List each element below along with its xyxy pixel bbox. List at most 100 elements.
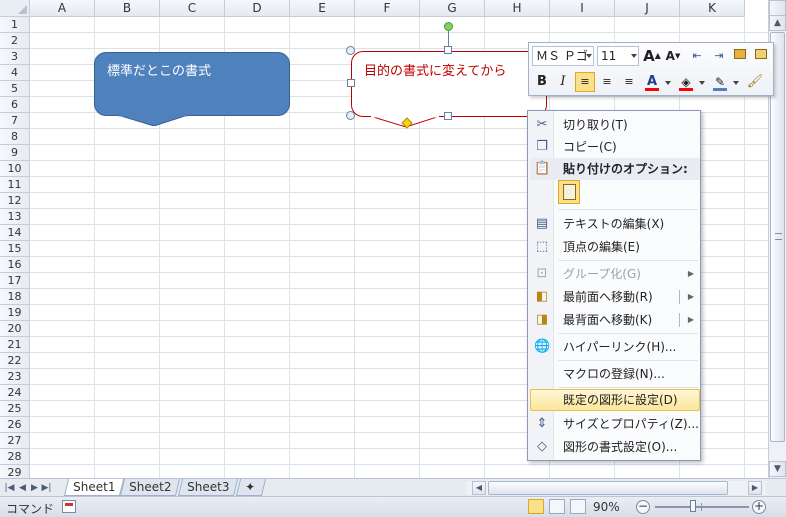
menu-item-edit-text[interactable]: ▤ テキストの編集(X)	[530, 213, 700, 235]
menu-item-set-default-shape[interactable]: 既定の図形に設定(D)	[530, 389, 700, 411]
decrease-indent-button[interactable]: ⇤	[687, 46, 707, 66]
page-break-view-button[interactable]	[570, 499, 586, 514]
resize-handle-nw[interactable]	[346, 46, 355, 55]
row-header[interactable]: 19	[0, 305, 30, 321]
grow-font-button[interactable]: A▲	[642, 46, 662, 66]
menu-item-format-shape[interactable]: ◇ 図形の書式設定(O)...	[530, 436, 700, 458]
row-header[interactable]: 9	[0, 145, 30, 161]
row-header[interactable]: 21	[0, 337, 30, 353]
split-box[interactable]	[769, 0, 786, 16]
font-color-dropdown-icon[interactable]	[665, 81, 671, 85]
row-header[interactable]: 28	[0, 449, 30, 465]
row-header[interactable]: 24	[0, 385, 30, 401]
select-all-corner[interactable]	[0, 0, 30, 17]
row-header[interactable]: 20	[0, 321, 30, 337]
scroll-up-button[interactable]: ▲	[769, 15, 786, 31]
row-header[interactable]: 17	[0, 273, 30, 289]
format-painter-button[interactable]: 🖌	[745, 72, 765, 92]
menu-item-copy[interactable]: ❐ コピー(C)	[530, 136, 700, 158]
column-header[interactable]: C	[160, 0, 225, 17]
resize-handle-n[interactable]	[444, 46, 452, 54]
column-header[interactable]: D	[225, 0, 290, 17]
zoom-in-button[interactable]: +	[752, 500, 766, 514]
last-sheet-icon[interactable]: ▶|	[41, 482, 52, 494]
row-header[interactable]: 5	[0, 81, 30, 97]
paste-option-button[interactable]	[558, 180, 580, 204]
scroll-left-button[interactable]: ◀	[472, 481, 486, 495]
row-header[interactable]: 16	[0, 257, 30, 273]
first-sheet-icon[interactable]: |◀	[4, 482, 15, 494]
column-header[interactable]: I	[550, 0, 615, 17]
menu-item-send-to-back[interactable]: ◨ 最背面へ移動(K) ▶	[530, 309, 700, 331]
tab-sheet2[interactable]: Sheet2	[119, 479, 181, 496]
zoom-level[interactable]: 90%	[593, 500, 620, 514]
bring-forward-button[interactable]	[730, 46, 750, 66]
row-header[interactable]: 27	[0, 433, 30, 449]
menu-item-bring-to-front[interactable]: ◧ 最前面へ移動(R) ▶	[530, 286, 700, 308]
bold-button[interactable]: B	[532, 72, 552, 92]
scroll-right-button[interactable]: ▶	[748, 481, 762, 495]
row-header[interactable]: 4	[0, 65, 30, 81]
menu-item-hyperlink[interactable]: 🌐 ハイパーリンク(H)...	[530, 336, 700, 358]
send-backward-button[interactable]	[751, 46, 771, 66]
resize-handle-s[interactable]	[444, 112, 452, 120]
row-header[interactable]: 14	[0, 225, 30, 241]
row-header[interactable]: 22	[0, 353, 30, 369]
horizontal-scrollbar[interactable]: ◀ ▶	[466, 481, 766, 495]
rotation-handle[interactable]	[444, 22, 453, 31]
fill-color-button[interactable]: ◈	[676, 72, 696, 92]
normal-view-button[interactable]	[528, 499, 544, 514]
prev-sheet-icon[interactable]: ◀	[17, 482, 28, 494]
row-header[interactable]: 26	[0, 417, 30, 433]
line-color-dropdown-icon[interactable]	[733, 81, 739, 85]
row-header[interactable]: 3	[0, 49, 30, 65]
submenu-arrow-icon[interactable]: ▶	[688, 286, 694, 308]
menu-item-cut[interactable]: ✂ 切り取り(T)	[530, 114, 700, 136]
increase-indent-button[interactable]: ⇥	[709, 46, 729, 66]
resize-handle-sw[interactable]	[346, 111, 355, 120]
next-sheet-icon[interactable]: ▶	[29, 482, 40, 494]
align-left-button[interactable]: ≡	[575, 72, 595, 92]
row-header[interactable]: 12	[0, 193, 30, 209]
row-header[interactable]: 13	[0, 209, 30, 225]
row-header[interactable]: 29	[0, 465, 30, 478]
column-header[interactable]: A	[30, 0, 95, 17]
column-header[interactable]: F	[355, 0, 420, 17]
menu-item-assign-macro[interactable]: マクロの登録(N)...	[530, 363, 700, 385]
menu-item-edit-points[interactable]: ⬚ 頂点の編集(E)	[530, 236, 700, 258]
row-header[interactable]: 8	[0, 129, 30, 145]
align-right-button[interactable]: ≡	[619, 72, 639, 92]
tab-sheet3[interactable]: Sheet3	[177, 479, 239, 496]
zoom-slider-track[interactable]	[655, 506, 749, 508]
font-name-box[interactable]: ＭＳ Ｐゴ	[532, 46, 594, 66]
row-header[interactable]: 7	[0, 113, 30, 129]
row-header[interactable]: 11	[0, 177, 30, 193]
column-header[interactable]: K	[680, 0, 745, 17]
page-layout-view-button[interactable]	[549, 499, 565, 514]
menu-item-size-properties[interactable]: ⇕ サイズとプロパティ(Z)...	[530, 413, 700, 435]
line-color-button[interactable]: ✎	[710, 72, 730, 92]
tab-sheet1[interactable]: Sheet1	[63, 479, 125, 496]
zoom-slider-thumb[interactable]	[690, 500, 696, 512]
column-header[interactable]: B	[95, 0, 160, 17]
row-header[interactable]: 6	[0, 97, 30, 113]
row-header[interactable]: 25	[0, 401, 30, 417]
zoom-out-button[interactable]: −	[636, 500, 650, 514]
font-color-button[interactable]: A	[642, 72, 662, 92]
row-header[interactable]: 15	[0, 241, 30, 257]
row-header[interactable]: 23	[0, 369, 30, 385]
row-header[interactable]: 1	[0, 17, 30, 33]
italic-button[interactable]: I	[553, 72, 573, 92]
fill-color-dropdown-icon[interactable]	[699, 81, 705, 85]
column-header[interactable]: J	[615, 0, 680, 17]
align-center-button[interactable]: ≡	[597, 72, 617, 92]
row-header[interactable]: 2	[0, 33, 30, 49]
insert-sheet-tab[interactable]: ✦	[235, 479, 267, 496]
column-header[interactable]: H	[485, 0, 550, 17]
submenu-arrow-icon[interactable]: ▶	[688, 309, 694, 331]
font-size-box[interactable]: 11	[597, 46, 639, 66]
shrink-font-button[interactable]: A▼	[663, 46, 683, 66]
column-header[interactable]: G	[420, 0, 485, 17]
row-header[interactable]: 10	[0, 161, 30, 177]
resize-handle-w[interactable]	[347, 79, 355, 87]
